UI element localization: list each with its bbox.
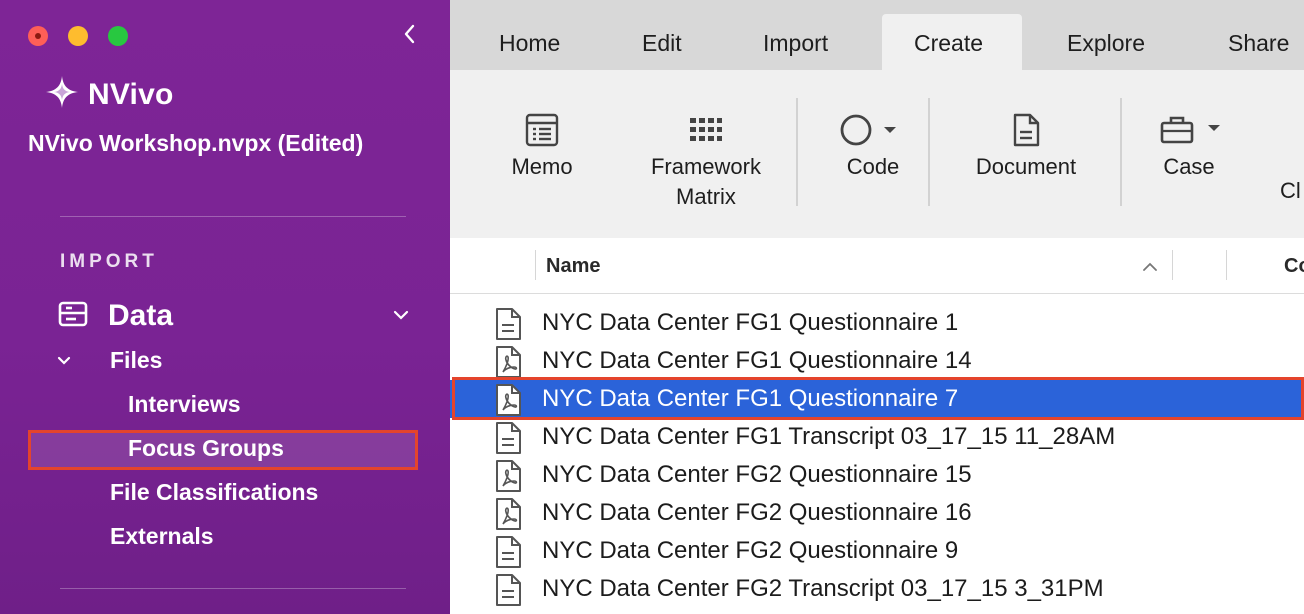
case-button[interactable]: Case: [1144, 108, 1234, 182]
column-separator: [535, 250, 536, 280]
ribbon-toolbar: Memo Framework Matrix Code Document Case…: [450, 70, 1304, 238]
list-item[interactable]: NYC Data Center FG2 Questionnaire 16: [450, 494, 1304, 532]
project-title: NVivo Workshop.nvpx (Edited): [28, 130, 364, 156]
tab-create[interactable]: Create: [914, 30, 983, 57]
briefcase-icon: [1154, 108, 1224, 152]
zoom-window-button[interactable]: [108, 26, 128, 46]
toolbar-separator: [928, 98, 930, 206]
list-item[interactable]: NYC Data Center FG2 Transcript 03_17_15 …: [450, 570, 1304, 608]
nvivo-logo-icon: [44, 74, 80, 115]
framework-label-line2: Matrix: [676, 184, 736, 209]
tab-home[interactable]: Home: [499, 30, 560, 57]
pdf-doc-icon: [494, 497, 524, 536]
sidebar-item-focus-groups[interactable]: Focus Groups: [128, 435, 284, 462]
sidebar-item-interviews[interactable]: Interviews: [128, 391, 241, 418]
list-item-name: NYC Data Center FG2 Transcript 03_17_15 …: [542, 575, 1104, 602]
text-doc-icon: [494, 421, 524, 460]
sidebar-item-data-label: Data: [108, 299, 174, 332]
list-item[interactable]: NYC Data Center FG1 Transcript 03_17_15 …: [450, 418, 1304, 456]
data-icon: [58, 301, 88, 332]
divider: [60, 588, 406, 589]
list-item[interactable]: NYC Data Center FG2 Questionnaire 15: [450, 456, 1304, 494]
sidebar-item-file-classifications[interactable]: File Classifications: [110, 479, 318, 506]
code-label: Code: [846, 154, 900, 179]
sidebar-item-externals[interactable]: Externals: [110, 523, 214, 550]
tab-explore[interactable]: Explore: [1067, 30, 1145, 57]
classification-label-partial: Cl: [1280, 178, 1301, 203]
framework-label-line1: Framework: [650, 154, 761, 179]
memo-label: Memo: [511, 154, 573, 179]
tab-share[interactable]: Share: [1228, 30, 1289, 57]
case-label: Case: [1163, 154, 1215, 179]
brand: NVivo: [44, 74, 173, 115]
sidebar-item-files[interactable]: Files: [110, 347, 162, 374]
list-item-name: NYC Data Center FG2 Questionnaire 16: [542, 499, 972, 526]
list-item[interactable]: NYC Data Center FG1 Questionnaire 14: [450, 342, 1304, 380]
list-header: Name Co: [450, 238, 1304, 294]
list-item-name: NYC Data Center FG2 Questionnaire 15: [542, 461, 972, 488]
document-label: Document: [975, 154, 1077, 179]
text-doc-icon: [494, 535, 524, 574]
sidebar-item-data[interactable]: Data: [58, 296, 410, 336]
list-item-name: NYC Data Center FG2 Questionnaire 9: [542, 537, 959, 564]
window-controls: [28, 26, 128, 46]
section-label-import: IMPORT: [60, 251, 158, 272]
toolbar-separator: [796, 98, 798, 206]
sort-ascending-icon[interactable]: [1142, 260, 1158, 278]
selected-row-highlight: [452, 377, 1304, 420]
sidebar: NVivo NVivo Workshop.nvpx (Edited) IMPOR…: [0, 0, 450, 614]
list-item-name: NYC Data Center FG1 Questionnaire 1: [542, 309, 959, 336]
column-separator: [1226, 250, 1227, 280]
list-item-name: NYC Data Center FG1 Transcript 03_17_15 …: [542, 423, 1116, 450]
chevron-down-icon[interactable]: [392, 308, 410, 327]
document-button[interactable]: Document: [960, 108, 1092, 182]
text-doc-icon: [494, 307, 524, 346]
minimize-window-button[interactable]: [68, 26, 88, 46]
collapse-sidebar-icon[interactable]: [400, 22, 420, 46]
brand-name: NVivo: [88, 77, 174, 111]
text-doc-icon: [494, 573, 524, 612]
list-item-name: NYC Data Center FG1 Questionnaire 14: [542, 347, 972, 374]
tab-import[interactable]: Import: [763, 30, 828, 57]
column-header-partial[interactable]: Co: [1284, 255, 1304, 278]
pdf-doc-icon: [494, 459, 524, 498]
tab-edit[interactable]: Edit: [642, 30, 682, 57]
close-window-button[interactable]: [28, 26, 48, 46]
divider: [60, 216, 406, 217]
memo-icon: [525, 108, 559, 152]
files-expand-chevron-icon[interactable]: [56, 354, 72, 373]
column-header-name[interactable]: Name: [546, 255, 600, 278]
ribbon-tabbar: Home Edit Import Create Explore Share: [450, 0, 1304, 70]
framework-matrix-button[interactable]: Framework Matrix: [636, 108, 776, 212]
classification-button-partial[interactable]: Cl: [1280, 176, 1304, 206]
column-separator: [1172, 250, 1173, 280]
main-area: Home Edit Import Create Explore Share Me…: [450, 0, 1304, 614]
toolbar-separator: [1120, 98, 1122, 206]
memo-button[interactable]: Memo: [496, 108, 588, 182]
list-item[interactable]: NYC Data Center FG2 Questionnaire 9: [450, 532, 1304, 570]
list-item[interactable]: NYC Data Center FG1 Questionnaire 1: [450, 304, 1304, 342]
document-icon: [1011, 108, 1041, 152]
code-button[interactable]: Code: [828, 108, 918, 182]
grid-icon: [689, 108, 723, 152]
code-node-icon: [838, 108, 908, 152]
